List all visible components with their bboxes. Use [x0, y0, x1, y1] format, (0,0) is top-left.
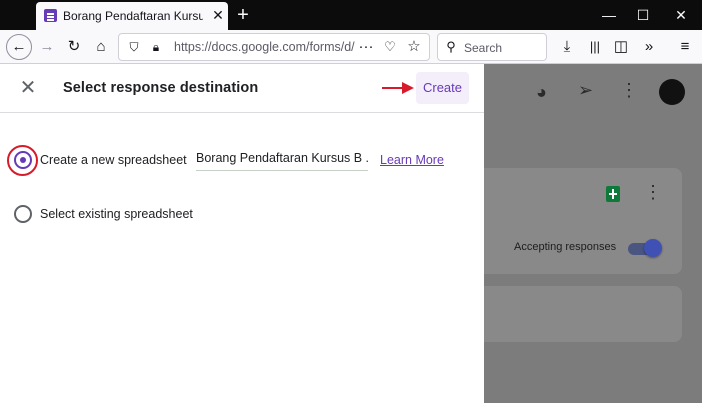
more-actions-icon[interactable]: ··· — [355, 36, 377, 58]
response-destination-dialog: ✕ Select response destination Create Cre… — [0, 64, 484, 403]
library-icon[interactable]: ||| — [584, 36, 606, 58]
hamburger-menu-icon[interactable]: ≡ — [674, 36, 696, 58]
sheets-icon — [606, 186, 620, 202]
url-text: https://docs.google.com/forms/d/ — [174, 40, 355, 54]
annotation-arrow-icon — [382, 82, 414, 94]
google-forms-icon — [44, 9, 57, 22]
accepting-responses-label: Accepting responses — [514, 241, 617, 253]
search-icon: ⚲ — [446, 39, 456, 54]
select-existing-spreadsheet-radio[interactable] — [14, 205, 32, 223]
browser-title-bar: Borang Pendaftaran Kursus Ben ✕ + — ☐ ✕ — [0, 0, 702, 30]
modal-backdrop[interactable]: ◕ ➢ ⋮ ⋮ Accepting responses — [484, 64, 702, 403]
url-bar[interactable]: ⛉ 🔒︎ https://docs.google.com/forms/d/ ··… — [118, 33, 430, 61]
bookmark-star-icon[interactable]: ☆ — [403, 36, 425, 58]
avatar — [659, 79, 685, 105]
tab-title: Borang Pendaftaran Kursus Ben — [63, 9, 203, 23]
tab-close-icon[interactable]: ✕ — [210, 7, 226, 23]
search-box[interactable]: ⚲ Search — [437, 33, 547, 61]
create-button[interactable]: Create — [416, 72, 469, 104]
responses-card: ⋮ Accepting responses — [484, 168, 682, 274]
browser-tab[interactable]: Borang Pendaftaran Kursus Ben ✕ — [36, 2, 228, 30]
navigation-bar: ← → ↻ ⌂ ⛉ 🔒︎ https://docs.google.com/for… — [0, 30, 702, 64]
shield-icon[interactable]: ⛉ — [123, 36, 145, 58]
select-existing-spreadsheet-label[interactable]: Select existing spreadsheet — [40, 207, 193, 221]
summary-card — [484, 286, 682, 342]
spreadsheet-name-input[interactable]: Borang Pendaftaran Kursus B ... — [196, 151, 368, 171]
window-close-icon[interactable]: ✕ — [658, 0, 702, 30]
radio-selected-dot — [20, 157, 26, 163]
pocket-icon[interactable]: ♡ — [379, 36, 401, 58]
download-icon[interactable]: ⤓ — [556, 36, 578, 58]
back-icon[interactable]: ← — [6, 34, 32, 60]
card-more-vert-icon: ⋮ — [644, 182, 662, 202]
search-placeholder: Search — [464, 41, 503, 55]
home-icon[interactable]: ⌂ — [90, 36, 112, 58]
create-new-spreadsheet-radio[interactable] — [14, 151, 32, 169]
dialog-header: ✕ Select response destination Create — [0, 64, 484, 113]
overflow-menu-icon[interactable]: » — [638, 36, 660, 58]
accepting-toggle-knob — [644, 239, 662, 257]
sidebar-icon[interactable]: ◫ — [610, 36, 632, 58]
page-content: ◕ ➢ ⋮ ⋮ Accepting responses ✕ Select res… — [0, 64, 702, 403]
learn-more-link[interactable]: Learn More — [380, 153, 444, 167]
forward-icon[interactable]: → — [36, 36, 58, 58]
dialog-title: Select response destination — [63, 80, 259, 96]
more-vert-icon: ⋮ — [620, 80, 638, 100]
create-new-spreadsheet-label[interactable]: Create a new spreadsheet — [40, 153, 187, 167]
close-icon[interactable]: ✕ — [18, 78, 38, 98]
send-icon: ➢ — [578, 80, 594, 100]
lock-icon[interactable]: 🔒︎ — [145, 36, 167, 58]
new-tab-icon[interactable]: + — [232, 4, 254, 26]
palette-icon: ◕ — [536, 82, 547, 102]
reload-icon[interactable]: ↻ — [63, 36, 85, 58]
